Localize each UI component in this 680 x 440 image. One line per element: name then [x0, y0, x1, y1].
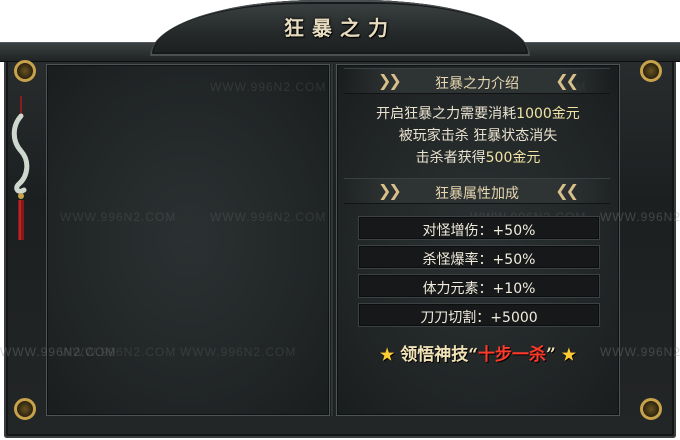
title-plate: 狂暴之力	[150, 0, 530, 56]
intro-line-1: 开启狂暴之力需要消耗1000金元	[376, 106, 580, 122]
dialog-title: 狂暴之力	[284, 16, 396, 40]
skill-unlock-line: ★ 领悟神技“十步一杀” ★	[379, 345, 577, 365]
star-icon: ★	[379, 345, 395, 364]
intro-line-3: 击杀者获得500金元	[415, 150, 541, 166]
attr-row: 对怪增伤：+50%	[358, 216, 600, 240]
panel-divider	[330, 64, 334, 416]
intro-line-2: 被玩家击杀 狂暴状态消失	[398, 128, 558, 144]
intro-section-header: ❯❯ 狂暴之力介绍 ❮❮	[344, 68, 610, 94]
attr-row: 杀怪爆率：+50%	[358, 245, 600, 269]
star-icon: ★	[561, 345, 577, 364]
chevron-left-icon: ❮❮	[555, 181, 579, 200]
watermark: WWW.996N2.COM	[210, 210, 327, 224]
jade-pendant-icon	[11, 96, 30, 240]
skill-name: 十步一杀	[478, 345, 546, 365]
watermark: WWW.996N2.COM	[600, 210, 680, 224]
attr-row: 刀刀切割：+5000	[358, 303, 600, 327]
corner-ornament-top-right	[640, 60, 662, 82]
corner-ornament-top-left	[14, 60, 36, 82]
corner-ornament-bottom-right	[640, 398, 662, 420]
watermark: WWW.996N2.COM	[210, 80, 327, 94]
left-panel	[46, 64, 330, 416]
chevron-left-icon: ❮❮	[555, 71, 579, 90]
corner-ornament-bottom-left	[14, 398, 36, 420]
watermark: WWW.996N2.COM	[60, 210, 177, 224]
watermark: WWW.996N2.COM	[0, 345, 117, 359]
watermark: WWW.996N2.COM	[180, 345, 297, 359]
attr-row: 体力元素：+10%	[358, 274, 600, 298]
attr-section-header: ❯❯ 狂暴属性加成 ❮❮	[344, 178, 610, 204]
